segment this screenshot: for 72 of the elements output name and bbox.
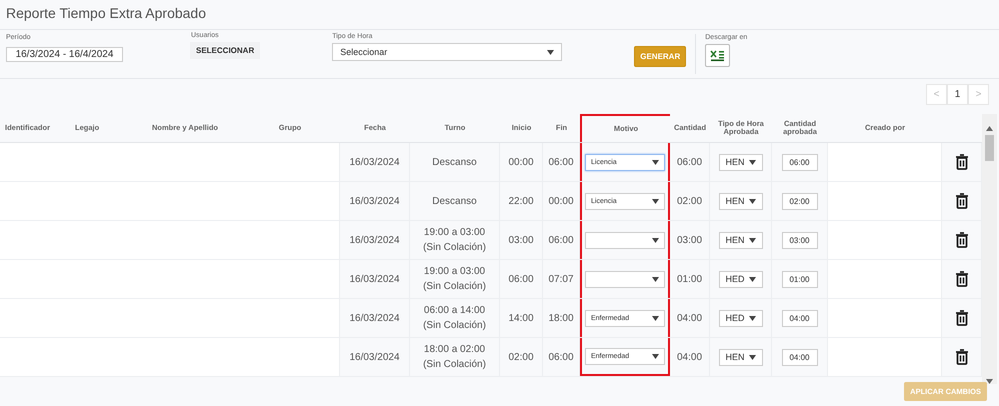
approved-type-dropdown[interactable]: HED xyxy=(718,310,762,326)
hour-type-dropdown[interactable]: Seleccionar xyxy=(332,43,562,61)
shift-cell-text: 19:00 a 03:00 (Sin Colación) xyxy=(422,226,487,255)
caret-icon xyxy=(652,276,659,282)
caret-icon xyxy=(748,160,756,164)
date-cell: 16/03/2024 xyxy=(340,221,410,259)
approved-quantity-field[interactable]: 03:00 xyxy=(782,232,818,248)
start-time-cell: 00:00 xyxy=(500,143,543,181)
date-cell: 16/03/2024 xyxy=(340,182,410,220)
quantity-cell: 04:00 xyxy=(670,338,710,376)
quantity-cell: 01:00 xyxy=(670,260,710,298)
trash-icon xyxy=(954,193,968,209)
shift-cell-text: Descanso xyxy=(431,194,478,208)
approved-type-dropdown[interactable]: HEN xyxy=(718,348,762,366)
caret-icon xyxy=(748,354,756,360)
shift-cell-text: 19:00 a 03:00 (Sin Colación) xyxy=(422,265,487,294)
trash-icon xyxy=(954,349,968,365)
approved-quantity-field[interactable]: 04:00 xyxy=(782,310,818,326)
select-users-button[interactable]: SELECCIONAR xyxy=(190,42,260,59)
start-time-cell: 06:00 xyxy=(500,260,543,298)
scroll-down-icon[interactable] xyxy=(986,379,993,384)
start-time-cell: 02:00 xyxy=(500,338,543,376)
trash-icon xyxy=(954,310,968,326)
caret-icon xyxy=(652,316,659,320)
date-cell: 16/03/2024 xyxy=(340,338,410,376)
shift-cell-text: 18:00 a 02:00 (Sin Colación) xyxy=(422,343,487,372)
approved-quantity-field[interactable]: 06:00 xyxy=(782,154,818,170)
start-time-cell: 14:00 xyxy=(500,299,543,337)
start-time-cell: 03:00 xyxy=(500,221,543,259)
quantity-cell: 04:00 xyxy=(670,299,710,337)
end-time-cell: 07:07 xyxy=(543,260,580,298)
caret-icon xyxy=(748,276,756,282)
caret-icon xyxy=(547,50,554,54)
scrollbar-thumb[interactable] xyxy=(985,135,994,161)
end-time-cell: 06:00 xyxy=(543,221,580,259)
trash-icon xyxy=(954,154,968,170)
end-time-cell: 18:00 xyxy=(543,299,580,337)
end-time-cell: 06:00 xyxy=(543,143,580,181)
shift-cell-text: Descanso xyxy=(431,156,478,170)
date-cell: 16/03/2024 xyxy=(340,299,410,337)
shift-cell-text: 06:00 a 14:00 (Sin Colación) xyxy=(422,304,487,333)
page-number-button[interactable]: 1 xyxy=(947,84,968,105)
scroll-up-icon[interactable] xyxy=(986,126,993,131)
caret-icon xyxy=(652,198,659,204)
approved-quantity-field[interactable]: 02:00 xyxy=(782,192,818,210)
quantity-cell: 06:00 xyxy=(670,143,710,181)
caret-icon xyxy=(748,198,756,204)
trash-icon xyxy=(954,271,968,287)
quantity-cell: 02:00 xyxy=(670,182,710,220)
date-cell: 16/03/2024 xyxy=(340,260,410,298)
approved-quantity-field[interactable]: 01:00 xyxy=(782,270,818,288)
scrollbar[interactable] xyxy=(982,114,997,384)
approved-type-dropdown[interactable]: HEN xyxy=(718,154,762,170)
caret-icon xyxy=(748,316,756,320)
trash-icon xyxy=(954,232,968,248)
approved-type-dropdown[interactable]: HEN xyxy=(718,232,762,248)
page-title: Reporte Tiempo Extra Aprobado xyxy=(5,4,208,23)
approved-type-dropdown[interactable]: HEN xyxy=(718,192,762,210)
excel-download-button[interactable] xyxy=(705,44,730,67)
approved-quantity-field[interactable]: 04:00 xyxy=(782,348,818,366)
caret-icon xyxy=(748,238,756,242)
spreadsheet-icon xyxy=(710,50,726,62)
period-field[interactable]: 16/3/2024 - 16/4/2024 xyxy=(6,47,123,62)
caret-icon xyxy=(652,160,659,164)
caret-icon xyxy=(652,238,659,242)
caret-icon xyxy=(652,354,659,358)
quantity-cell: 03:00 xyxy=(670,221,710,259)
approved-type-dropdown[interactable]: HED xyxy=(718,270,762,288)
end-time-cell: 06:00 xyxy=(543,338,580,376)
end-time-cell: 00:00 xyxy=(543,182,580,220)
date-cell: 16/03/2024 xyxy=(340,143,410,181)
start-time-cell: 22:00 xyxy=(500,182,543,220)
